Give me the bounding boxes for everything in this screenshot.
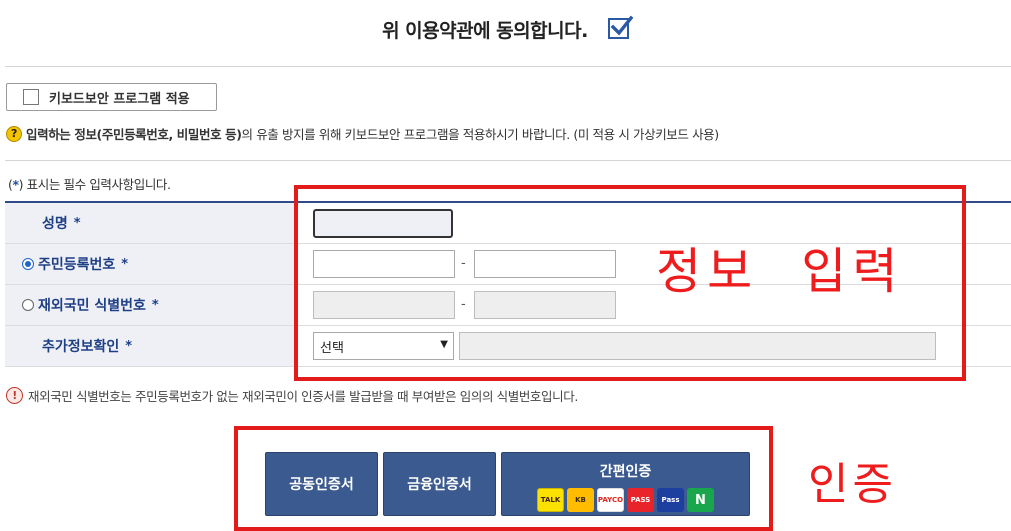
financial-certificate-button[interactable]: 금융인증서	[383, 452, 496, 516]
info-input-annotation-label: 정보 입력	[656, 243, 904, 300]
joint-certificate-button[interactable]: 공동인증서	[265, 452, 378, 516]
overseas-id-radio[interactable]	[22, 299, 34, 311]
checkmark-icon	[610, 15, 633, 36]
help-line: ? 입력하는 정보(주민등록번호, 비밀번호 등) 의 유출 방지를 위해 키보…	[6, 124, 719, 143]
required-star: *	[151, 297, 159, 313]
keyboard-security-label: 키보드보안 프로그램 적용	[49, 91, 190, 107]
help-text: 의 유출 방지를 위해 키보드보안 프로그램을 적용하시기 바랍니다. (미 적…	[241, 127, 720, 142]
resident-number-radio[interactable]	[22, 258, 34, 270]
resident-number-label: 주민등록번호	[38, 257, 116, 273]
additional-info-label: 추가정보확인	[42, 339, 120, 355]
provider-icons: TALK KB PAYCO PASS Pass N	[537, 488, 714, 512]
kb-bank-icon: KB	[567, 488, 594, 512]
required-note: (*) 표시는 필수 입력사항입니다.	[8, 177, 171, 192]
question-icon: ?	[6, 125, 22, 142]
warning-text: 재외국민 식별번호는 주민등록번호가 없는 재외국민이 인증서를 발급받을 때 …	[28, 389, 578, 404]
certification-annotation-label: 인증	[808, 459, 897, 510]
joint-certificate-label: 공동인증서	[289, 477, 354, 493]
agreement-label: 위 이용약관에 동의합니다.	[382, 20, 588, 42]
resident-number-label-cell[interactable]: 주민등록번호 *	[5, 244, 296, 284]
keyboard-security-checkbox[interactable]	[23, 89, 39, 105]
divider	[5, 66, 1011, 67]
warning-line: ! 재외국민 식별번호는 주민등록번호가 없는 재외국민이 인증서를 발급받을 …	[6, 386, 578, 405]
required-star: *	[73, 215, 81, 231]
simple-auth-button[interactable]: 간편인증 TALK KB PAYCO PASS Pass N	[501, 452, 750, 516]
name-label-cell: 성명 *	[5, 203, 296, 243]
agreement-checkbox[interactable]	[607, 15, 633, 39]
financial-certificate-label: 금융인증서	[407, 477, 472, 493]
keyboard-security-button[interactable]: 키보드보안 프로그램 적용	[6, 83, 217, 111]
required-star: *	[121, 256, 129, 272]
additional-info-label-cell: 추가정보확인 *	[5, 326, 296, 366]
simple-auth-label: 간편인증	[599, 464, 652, 480]
divider	[5, 160, 1011, 161]
samsung-pass-icon: Pass	[657, 488, 684, 512]
overseas-id-label-cell[interactable]: 재외국민 식별번호 *	[5, 285, 296, 325]
payco-icon: PAYCO	[597, 488, 624, 512]
pass-icon: PASS	[627, 488, 654, 512]
overseas-id-label: 재외국민 식별번호	[38, 298, 146, 314]
kakao-talk-icon: TALK	[537, 488, 564, 512]
required-star: *	[125, 338, 133, 354]
naver-icon: N	[687, 488, 714, 512]
help-bold-text: 입력하는 정보(주민등록번호, 비밀번호 등)	[26, 127, 242, 142]
warning-icon: !	[6, 387, 23, 404]
name-label: 성명	[42, 216, 68, 232]
agreement-row: 위 이용약관에 동의합니다.	[0, 15, 1011, 43]
